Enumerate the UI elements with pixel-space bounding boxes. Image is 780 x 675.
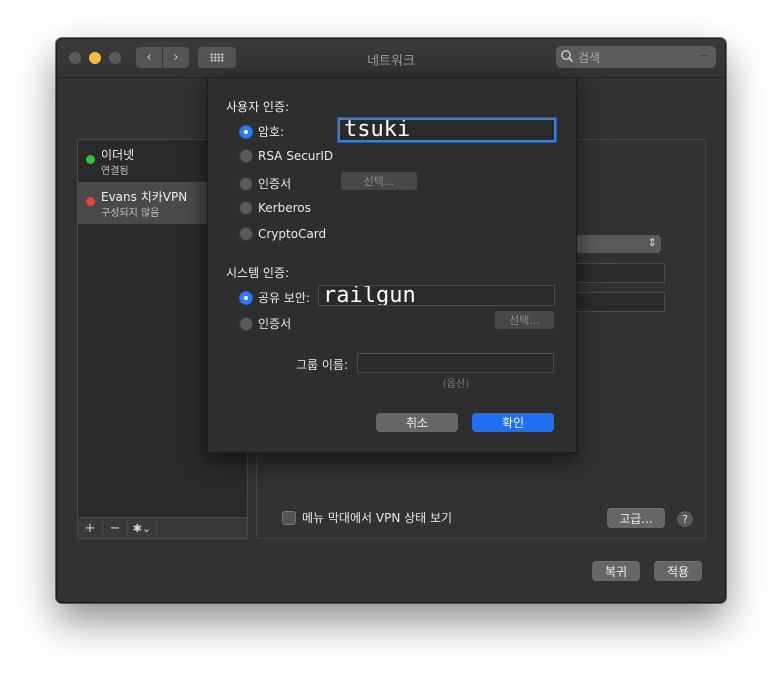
radio-label: 암호: xyxy=(258,125,285,139)
server-address-field[interactable] xyxy=(575,263,665,283)
status-dot-icon xyxy=(86,155,95,164)
show-vpn-status-label: 메뉴 막대에서 VPN 상태 보기 xyxy=(302,511,453,525)
show-vpn-status-checkbox[interactable] xyxy=(282,510,296,525)
radio-label: RSA SecurID xyxy=(258,149,334,163)
service-name: Evans 치카VPN xyxy=(101,190,188,204)
radio-shared-secret[interactable]: 공유 보안: xyxy=(239,289,310,306)
radio-rsa-securid[interactable]: RSA SecurID xyxy=(239,149,333,163)
remove-service-button[interactable]: − xyxy=(103,518,128,538)
search-placeholder: 검색 xyxy=(578,51,601,65)
gear-icon: ✱⌄ xyxy=(132,521,152,535)
title-bar: ‹ › 네트워크 검색 — xyxy=(57,39,725,78)
ok-button[interactable]: 확인 xyxy=(472,413,554,432)
user-cert-select-button[interactable]: 선택... xyxy=(341,172,417,190)
group-name-label: 그룹 이름: xyxy=(296,358,349,372)
account-name-field[interactable] xyxy=(575,292,665,312)
search-icon xyxy=(561,50,574,63)
search-field[interactable]: 검색 — xyxy=(556,46,716,68)
service-list-toolbar: + − ✱⌄ xyxy=(77,517,248,539)
radio-kerberos[interactable]: Kerberos xyxy=(239,201,311,215)
authentication-settings-sheet: 사용자 인증: 암호: RSA SecurID 인증서 Kerberos Cry… xyxy=(207,77,577,453)
shared-secret-field[interactable]: railgun xyxy=(318,285,555,306)
radio-button[interactable] xyxy=(239,176,253,191)
optional-label: (옵션) xyxy=(442,379,470,390)
service-status: 연결됨 xyxy=(101,166,129,177)
advanced-button[interactable]: 고급... xyxy=(607,508,665,528)
system-cert-select-button[interactable]: 선택... xyxy=(495,311,554,329)
radio-label: Kerberos xyxy=(258,201,311,215)
add-service-button[interactable]: + xyxy=(78,518,103,538)
help-button[interactable]: ? xyxy=(677,511,693,527)
status-dot-icon xyxy=(86,197,95,206)
gear-menu-button[interactable]: ✱⌄ xyxy=(128,518,157,538)
configuration-popup[interactable]: ⇕ xyxy=(575,235,661,253)
radio-cryptocard[interactable]: CryptoCard xyxy=(239,227,326,241)
radio-label: 인증서 xyxy=(258,317,292,331)
radio-password[interactable]: 암호: xyxy=(239,123,284,140)
updown-chevron-icon: ⇕ xyxy=(647,236,657,249)
clear-search-icon[interactable]: — xyxy=(698,48,710,62)
show-vpn-status-row[interactable]: 메뉴 막대에서 VPN 상태 보기 xyxy=(282,509,452,526)
radio-button[interactable] xyxy=(239,149,253,163)
network-preferences-window: ‹ › 네트워크 검색 — 이더넷 연결됨 Evans 치카VPN 구성되지 않… xyxy=(56,38,726,603)
radio-label: CryptoCard xyxy=(258,227,327,241)
radio-button[interactable] xyxy=(239,227,253,241)
cancel-button[interactable]: 취소 xyxy=(376,413,458,432)
radio-label: 공유 보안: xyxy=(258,291,311,305)
revert-button[interactable]: 복귀 xyxy=(592,561,640,581)
group-name-field[interactable] xyxy=(357,353,554,373)
password-field[interactable]: tsuki xyxy=(338,118,556,142)
radio-button[interactable] xyxy=(239,201,253,215)
radio-certificate[interactable]: 인증서 xyxy=(239,175,291,192)
radio-label: 인증서 xyxy=(258,177,292,191)
system-auth-title: 시스템 인증: xyxy=(226,266,290,280)
service-status: 구성되지 않음 xyxy=(101,208,160,219)
radio-button-selected[interactable] xyxy=(239,290,253,305)
apply-button[interactable]: 적용 xyxy=(654,561,702,581)
radio-system-certificate[interactable]: 인증서 xyxy=(239,315,291,332)
user-auth-title: 사용자 인증: xyxy=(226,100,290,114)
radio-button[interactable] xyxy=(239,316,253,331)
radio-button-selected[interactable] xyxy=(239,124,253,139)
service-name: 이더넷 xyxy=(101,148,135,162)
